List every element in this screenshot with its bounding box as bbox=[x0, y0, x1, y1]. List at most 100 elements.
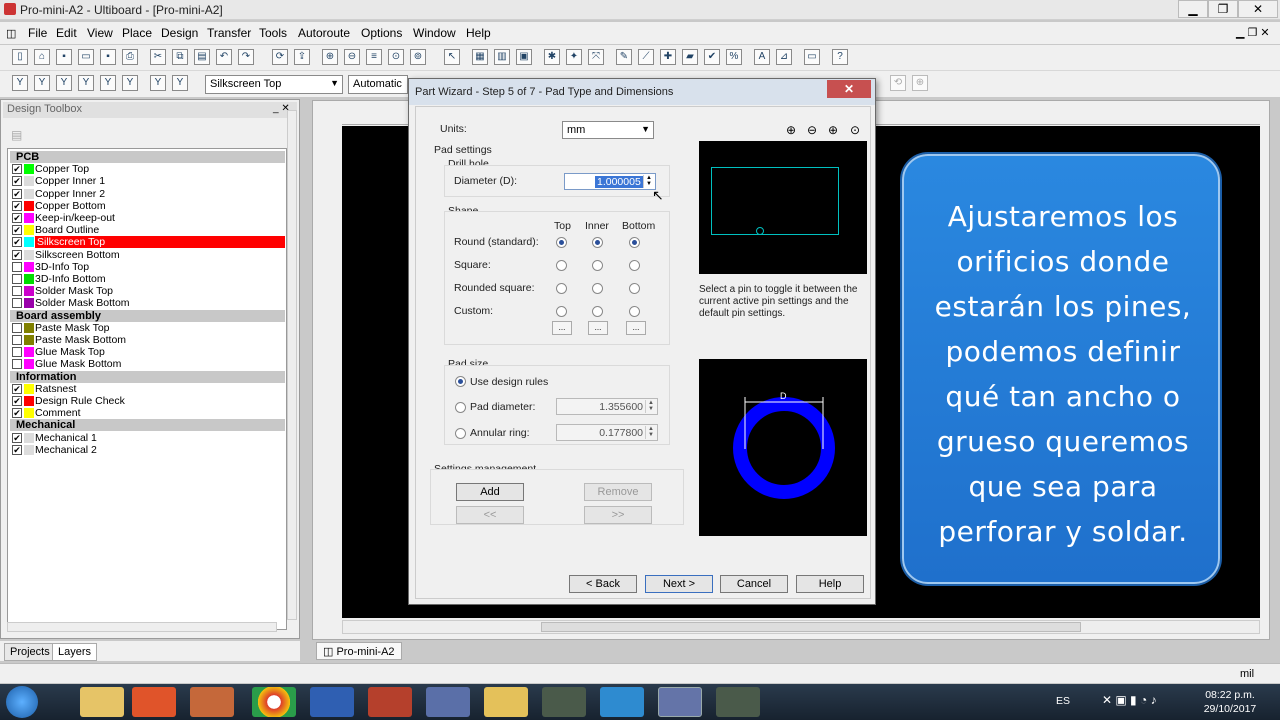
app-taskbar-icon-2[interactable] bbox=[426, 687, 470, 717]
layer-item[interactable]: ✔ Copper Inner 1 bbox=[10, 175, 286, 187]
measure-icon[interactable]: ⊿ bbox=[776, 49, 792, 65]
filter-icon-3[interactable]: Y bbox=[56, 75, 72, 91]
footprint-preview[interactable] bbox=[699, 141, 867, 274]
layer-visibility-checkbox[interactable]: ✔ bbox=[12, 444, 22, 455]
layer-color-swatch[interactable] bbox=[24, 200, 34, 211]
add-button[interactable]: Add bbox=[456, 483, 524, 501]
zoom-fit-icon[interactable]: ⊙ bbox=[388, 49, 404, 65]
redo-icon[interactable]: ↷ bbox=[238, 49, 254, 65]
part-icon[interactable]: ✱ bbox=[544, 49, 560, 65]
filter-icon-5[interactable]: Y bbox=[100, 75, 116, 91]
trace-icon[interactable]: ⟋ bbox=[638, 49, 654, 65]
copy-icon[interactable]: ⧉ bbox=[172, 49, 188, 65]
layer-color-swatch[interactable] bbox=[24, 383, 34, 394]
layer-color-swatch[interactable] bbox=[24, 274, 34, 284]
zoom-fit-icon[interactable]: ⊕ bbox=[828, 123, 838, 137]
layer-item[interactable]: Solder Mask Top bbox=[10, 285, 286, 297]
menu-view[interactable]: View bbox=[87, 26, 113, 40]
layer-visibility-checkbox[interactable] bbox=[12, 286, 22, 297]
route-icon[interactable]: ⤧ bbox=[588, 49, 604, 65]
menu-design[interactable]: Design bbox=[161, 26, 198, 40]
rounded-bottom-radio[interactable] bbox=[629, 283, 640, 294]
layer-visibility-checkbox[interactable] bbox=[12, 298, 22, 309]
footprint-pin[interactable] bbox=[756, 227, 764, 235]
layer-item[interactable]: Solder Mask Bottom bbox=[10, 297, 286, 309]
toolbox-tool-icon[interactable]: ▤ bbox=[11, 128, 22, 142]
layer-group-header[interactable]: Mechanical bbox=[10, 419, 285, 432]
menu-window[interactable]: Window bbox=[413, 26, 456, 40]
maximize-button[interactable]: ❐ bbox=[1208, 0, 1238, 18]
menu-transfer[interactable]: Transfer bbox=[207, 26, 251, 40]
layer-select[interactable]: Silkscreen Top ▼ bbox=[205, 75, 343, 94]
export-icon[interactable]: ⇪ bbox=[294, 49, 310, 65]
layer-color-swatch[interactable] bbox=[24, 164, 34, 175]
layer-color-swatch[interactable] bbox=[24, 298, 34, 309]
round-bottom-radio[interactable] bbox=[629, 237, 640, 248]
annular-ring-spinner[interactable]: ▲ ▼ bbox=[645, 426, 656, 439]
layer-visibility-checkbox[interactable] bbox=[12, 322, 22, 333]
layer-item[interactable]: ✔ Keep-in/keep-out bbox=[10, 212, 286, 224]
layer-color-swatch[interactable] bbox=[24, 322, 34, 333]
media-taskbar-icon[interactable] bbox=[132, 687, 176, 717]
filter-icon-1[interactable]: Y bbox=[12, 75, 28, 91]
layer-visibility-checkbox[interactable]: ✔ bbox=[12, 176, 22, 187]
layer-color-swatch[interactable] bbox=[24, 347, 34, 358]
filter-icon-6[interactable]: Y bbox=[122, 75, 138, 91]
copper-icon[interactable]: ▰ bbox=[682, 49, 698, 65]
layer-color-swatch[interactable] bbox=[24, 432, 34, 443]
new-icon[interactable]: ▯ bbox=[12, 49, 28, 65]
custom-top-button[interactable]: ... bbox=[552, 321, 572, 335]
remove-button[interactable]: Remove bbox=[584, 483, 652, 501]
close-button[interactable]: ✕ bbox=[1238, 0, 1278, 18]
rounded-top-radio[interactable] bbox=[556, 283, 567, 294]
pad-diameter-spinner[interactable]: ▲ ▼ bbox=[645, 400, 656, 413]
select-icon[interactable]: ↖ bbox=[444, 49, 460, 65]
layer-item[interactable]: Glue Mask Top bbox=[10, 346, 286, 358]
layer-visibility-checkbox[interactable]: ✔ bbox=[12, 237, 22, 248]
layer-color-swatch[interactable] bbox=[24, 286, 34, 297]
print-icon[interactable]: ⎙ bbox=[122, 49, 138, 65]
percent-icon[interactable]: % bbox=[726, 49, 742, 65]
use-design-rules-radio[interactable] bbox=[455, 376, 466, 387]
chrome-taskbar-icon[interactable] bbox=[252, 687, 296, 717]
annular-ring-input[interactable]: 0.177800 ▲ ▼ bbox=[556, 424, 658, 441]
layer-visibility-checkbox[interactable]: ✔ bbox=[12, 432, 22, 443]
filter-icon-8[interactable]: Y bbox=[172, 75, 188, 91]
ultiboard-taskbar-icon[interactable] bbox=[658, 687, 702, 717]
layer-color-swatch[interactable] bbox=[24, 396, 34, 406]
app-taskbar-icon-4[interactable] bbox=[716, 687, 760, 717]
custom-bottom-radio[interactable] bbox=[629, 306, 640, 317]
layer-item[interactable]: ✔ Copper Top bbox=[10, 163, 286, 175]
menu-edit[interactable]: Edit bbox=[56, 26, 77, 40]
layer-item[interactable]: ✔ Ratsnest bbox=[10, 383, 286, 395]
square-bottom-radio[interactable] bbox=[629, 260, 640, 271]
layer-item[interactable]: 3D-Info Bottom bbox=[10, 273, 286, 285]
layer-item[interactable]: 3D-Info Top bbox=[10, 261, 286, 273]
layer-item[interactable]: ✔ Design Rule Check bbox=[10, 395, 286, 407]
round-top-radio[interactable] bbox=[556, 237, 567, 248]
layer-color-swatch[interactable] bbox=[24, 225, 34, 236]
next-setting-button[interactable]: >> bbox=[584, 506, 652, 524]
start-button[interactable] bbox=[6, 686, 38, 718]
layer-color-swatch[interactable] bbox=[24, 237, 34, 248]
layer-item[interactable]: ✔ Copper Bottom bbox=[10, 200, 286, 212]
next-button[interactable]: Next > bbox=[645, 575, 713, 593]
taskbar-clock[interactable]: 08:22 p.m. 29/10/2017 bbox=[1190, 688, 1270, 716]
layer-item[interactable]: Glue Mask Bottom bbox=[10, 358, 286, 370]
paste-icon[interactable]: ▤ bbox=[194, 49, 210, 65]
pen-icon[interactable]: ✎ bbox=[616, 49, 632, 65]
open-folder-icon[interactable]: ▭ bbox=[78, 49, 94, 65]
back-button[interactable]: < Back bbox=[569, 575, 637, 593]
notes-taskbar-icon[interactable] bbox=[484, 687, 528, 717]
dialog-close-button[interactable]: ✕ bbox=[827, 80, 871, 98]
layer-visibility-checkbox[interactable]: ✔ bbox=[12, 225, 22, 236]
layer-visibility-checkbox[interactable]: ✔ bbox=[12, 249, 22, 260]
custom-inner-button[interactable]: ... bbox=[588, 321, 608, 335]
toolbox-vscrollbar[interactable] bbox=[287, 110, 297, 620]
help-button[interactable]: Help bbox=[796, 575, 864, 593]
layer-group-header[interactable]: Board assembly bbox=[10, 309, 285, 322]
refresh-icon[interactable]: ⟳ bbox=[272, 49, 288, 65]
menu-help[interactable]: Help bbox=[466, 26, 491, 40]
layer-visibility-checkbox[interactable] bbox=[12, 359, 22, 370]
menu-place[interactable]: Place bbox=[122, 26, 152, 40]
